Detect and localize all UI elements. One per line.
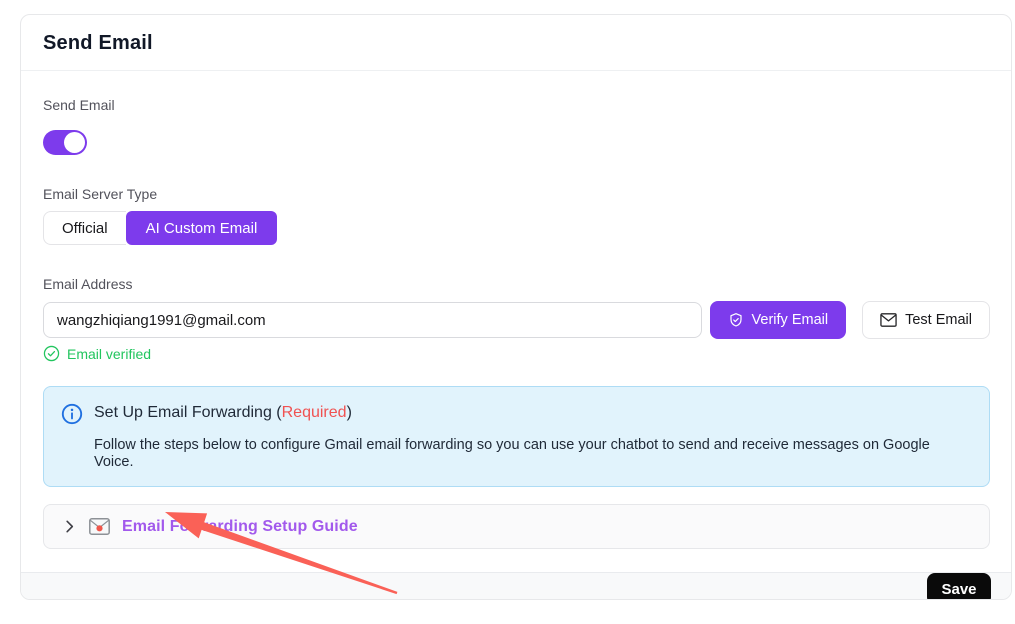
card-footer: Save xyxy=(21,572,1011,600)
check-circle-icon xyxy=(43,345,60,362)
info-box-content: Set Up Email Forwarding (Required) Follo… xyxy=(94,402,973,471)
send-email-toggle[interactable] xyxy=(43,130,87,155)
email-forwarding-info-box: Set Up Email Forwarding (Required) Follo… xyxy=(43,386,990,487)
send-email-toggle-label: Send Email xyxy=(43,97,990,114)
guide-link-label: Email Forwarding Setup Guide xyxy=(122,518,358,536)
send-email-card: Send Email Send Email Email Server Type … xyxy=(20,14,1012,600)
info-icon xyxy=(61,403,83,471)
info-title-text: Set Up Email Forwarding xyxy=(94,404,272,421)
verify-email-button[interactable]: Verify Email xyxy=(710,301,847,339)
test-email-button[interactable]: Test Email xyxy=(862,301,990,339)
email-address-row: Verify Email Test Email xyxy=(43,301,990,339)
server-type-official-button[interactable]: Official xyxy=(43,211,126,245)
email-address-input[interactable] xyxy=(43,302,702,338)
required-text: Required xyxy=(282,404,347,421)
card-header: Send Email xyxy=(21,15,1011,71)
email-forwarding-guide-accordion[interactable]: Email Forwarding Setup Guide xyxy=(43,504,990,549)
toggle-knob-icon xyxy=(64,132,85,153)
save-button[interactable]: Save xyxy=(927,573,991,600)
shield-check-icon xyxy=(728,312,744,328)
card-body: Send Email Email Server Type Official AI… xyxy=(21,71,1011,572)
email-address-label: Email Address xyxy=(43,276,990,293)
info-box-description: Follow the steps below to configure Gmai… xyxy=(94,437,973,471)
email-verified-label: Email verified xyxy=(67,346,151,362)
envelope-seal-icon xyxy=(89,518,110,535)
chevron-right-icon xyxy=(62,519,77,534)
verify-email-label: Verify Email xyxy=(752,312,829,328)
info-box-title: Set Up Email Forwarding (Required) xyxy=(94,402,973,423)
email-verified-status: Email verified xyxy=(43,345,990,362)
server-type-ai-custom-email-button[interactable]: AI Custom Email xyxy=(126,211,278,245)
server-type-segmented-control: Official AI Custom Email xyxy=(43,211,277,245)
server-type-label: Email Server Type xyxy=(43,186,990,203)
page-title: Send Email xyxy=(43,32,989,55)
envelope-icon xyxy=(880,313,897,327)
test-email-label: Test Email xyxy=(905,312,972,328)
required-close-paren: ) xyxy=(347,404,352,421)
